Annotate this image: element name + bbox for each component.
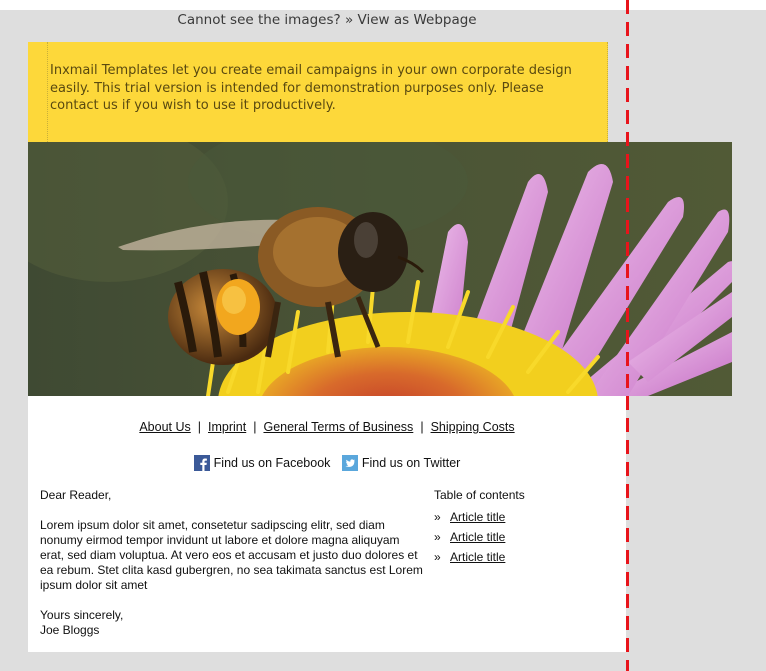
nav-terms-link[interactable]: General Terms of Business (263, 420, 413, 434)
nav-separator: | (197, 420, 202, 434)
toc-item: » Article title (434, 527, 614, 547)
twitter-icon (341, 455, 358, 471)
toc-bullet: » (434, 510, 441, 524)
toc-bullet: » (434, 530, 441, 544)
toc-article-link[interactable]: Article title (450, 530, 505, 544)
email-content: About Us | Imprint | General Terms of Busine… (28, 396, 626, 652)
width-guide-line (626, 0, 629, 671)
trial-notice-banner: Inxmail Templates let you create email c… (28, 42, 608, 142)
notice-text: Inxmail Templates let you create email c… (50, 63, 572, 113)
body-paragraph: Lorem ipsum dolor sit amet, consetetur s… (40, 518, 423, 592)
table-of-contents: Table of contents » Article title » Articl… (434, 488, 614, 567)
letter-body: Dear Reader, Lorem ipsum dolor sit amet,… (40, 488, 425, 638)
toc-article-link[interactable]: Article title (450, 510, 505, 524)
notice-inner: Inxmail Templates let you create email c… (47, 42, 608, 142)
facebook-icon (193, 455, 210, 471)
nav-about-us-link[interactable]: About Us (139, 420, 190, 434)
preheader-text: Cannot see the images? (177, 12, 341, 28)
view-as-webpage-link[interactable]: » View as Webpage (345, 12, 477, 28)
footer-nav: About Us | Imprint | General Terms of Busine… (28, 420, 626, 434)
signature: Joe Bloggs (40, 623, 100, 637)
nav-separator: | (420, 420, 424, 434)
toc-title: Table of contents (434, 488, 525, 502)
twitter-label[interactable]: Find us on Twitter (362, 456, 460, 470)
twitter-link[interactable]: Find us on Twitter (341, 455, 460, 471)
facebook-label[interactable]: Find us on Facebook (214, 456, 331, 470)
facebook-link[interactable]: Find us on Facebook (193, 455, 331, 471)
social-links: Find us on Facebook Find us on Twitter (28, 455, 626, 471)
nav-shipping-link[interactable]: Shipping Costs (431, 420, 515, 434)
toc-bullet: » (434, 550, 441, 564)
toc-article-link[interactable]: Article title (450, 550, 505, 564)
email-canvas: Cannot see the images? » View as Webpage… (0, 0, 766, 671)
toc-item: » Article title (434, 507, 614, 527)
preheader: Cannot see the images? » View as Webpage (28, 10, 626, 42)
greeting: Dear Reader, (40, 488, 112, 502)
nav-imprint-link[interactable]: Imprint (208, 420, 246, 434)
toc-item: » Article title (434, 547, 614, 567)
nav-separator: | (253, 420, 257, 434)
footer-strip (28, 652, 626, 671)
closing: Yours sincerely, (40, 608, 124, 622)
